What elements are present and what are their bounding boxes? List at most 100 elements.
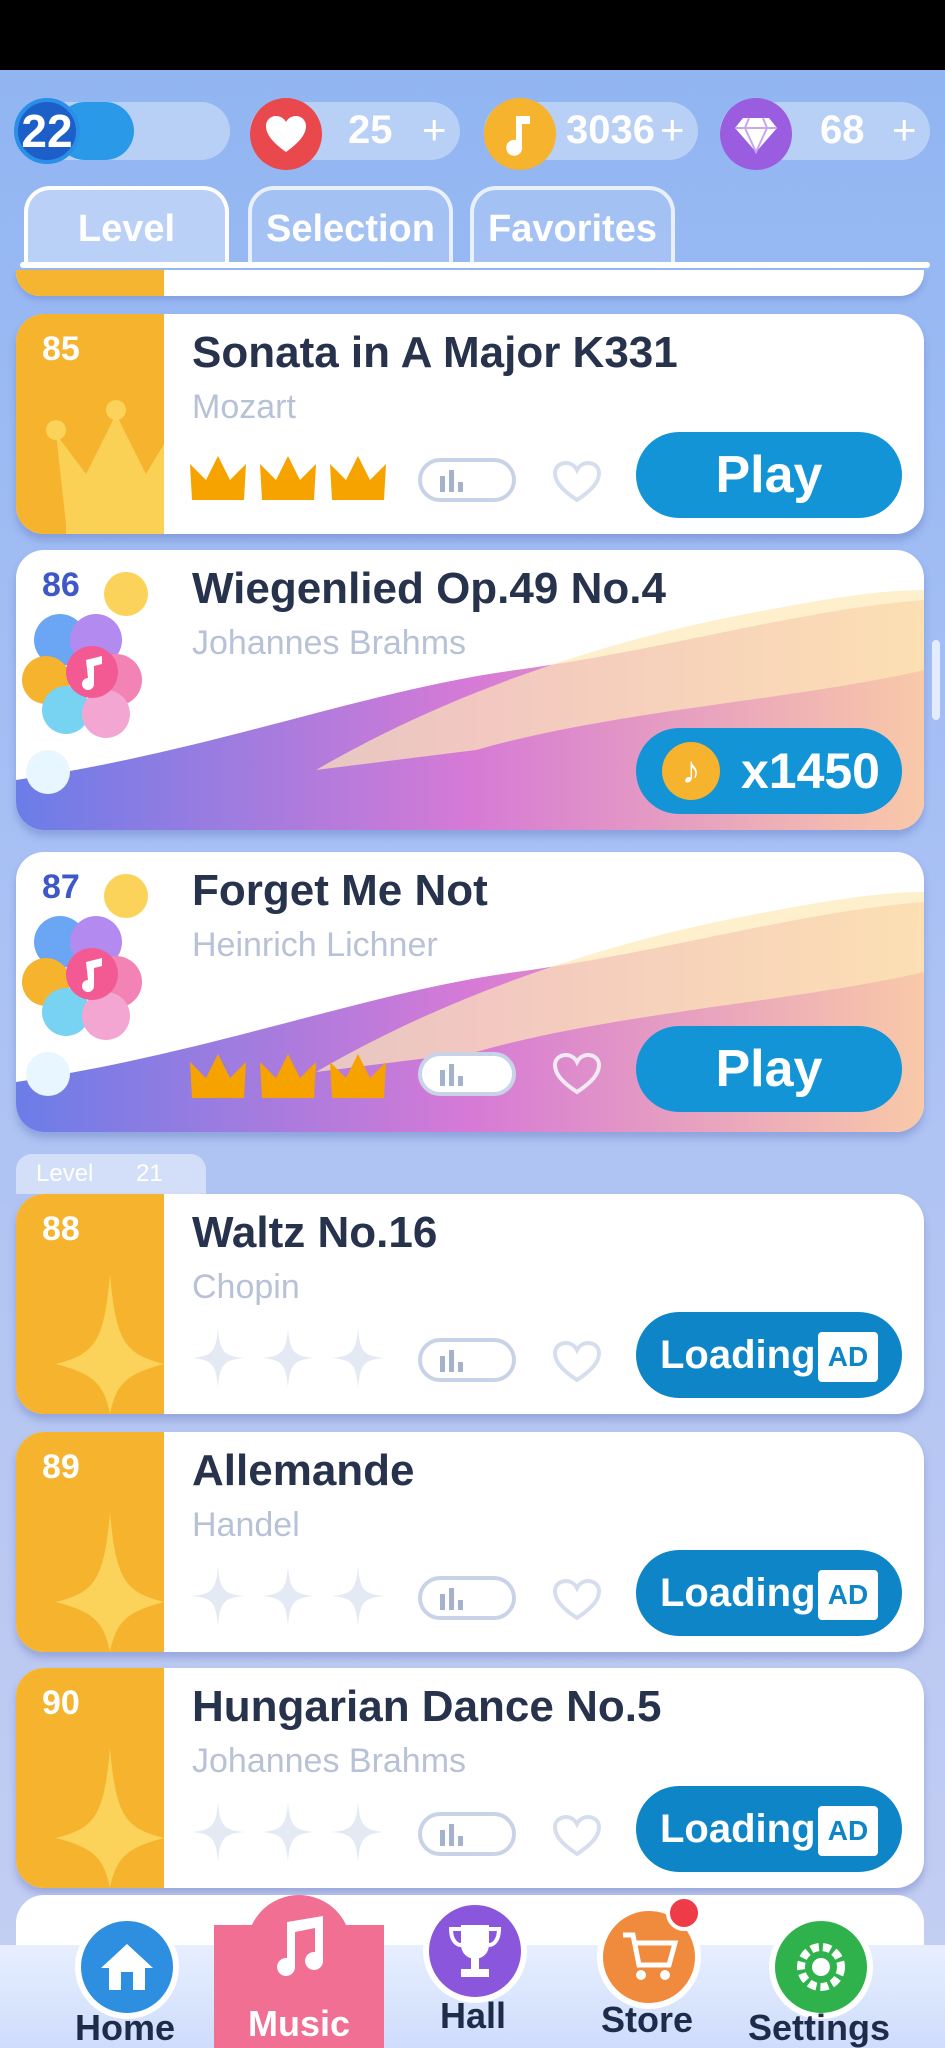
song-number: 88	[42, 1210, 80, 1248]
add-lives-icon[interactable]: +	[422, 106, 447, 154]
bar-chart-icon	[440, 1588, 463, 1610]
stats-button[interactable]	[418, 1338, 516, 1382]
nav-home[interactable]: Home	[40, 1895, 210, 2048]
favorite-heart-icon[interactable]	[552, 1814, 602, 1858]
favorite-heart-icon[interactable]	[552, 1578, 602, 1622]
stats-button[interactable]	[418, 1812, 516, 1856]
favorite-heart-icon[interactable]	[552, 1052, 602, 1096]
song-card-87[interactable]: 87 Forget Me Not Heinrich Lichner Play	[16, 852, 924, 1132]
stats-button[interactable]	[418, 458, 516, 502]
nav-label: Music	[247, 2003, 351, 2044]
song-number: 89	[42, 1448, 80, 1486]
nav-label: Hall	[439, 1995, 507, 2036]
level-header-value: 21	[136, 1160, 163, 1187]
star-rating-empty	[192, 1328, 384, 1388]
trophy-icon	[423, 1899, 527, 2003]
note-coin-icon	[484, 98, 556, 170]
unlock-price: x1450	[740, 743, 880, 799]
bar-chart-icon	[440, 1064, 463, 1086]
song-title: Sonata in A Major K331	[192, 328, 678, 377]
nav-label: Home	[74, 2007, 176, 2048]
star-rating-empty	[192, 1802, 384, 1862]
song-card-side	[16, 1194, 164, 1414]
scrollbar[interactable]	[932, 640, 940, 720]
add-diamonds-icon[interactable]: +	[892, 106, 917, 154]
song-card-side	[16, 1668, 164, 1888]
song-number: 86	[42, 566, 80, 604]
sparkle-watermark-icon	[56, 1748, 164, 1888]
star-rating-empty	[192, 1566, 384, 1626]
heart-icon	[250, 98, 322, 170]
ad-badge-icon: AD	[818, 1570, 878, 1620]
nav-music[interactable]: Music	[214, 1895, 384, 2048]
favorite-heart-icon[interactable]	[552, 460, 602, 504]
tab-underline	[20, 262, 930, 268]
song-title: Waltz No.16	[192, 1208, 438, 1257]
song-card-side	[16, 314, 164, 534]
tab-selection[interactable]: Selection	[248, 186, 453, 268]
bar-chart-icon	[440, 470, 463, 492]
home-icon	[75, 1915, 179, 2019]
unlock-coins-button[interactable]: ♪ x1450	[636, 728, 902, 814]
song-composer: Heinrich Lichner	[192, 926, 438, 964]
bar-chart-icon	[440, 1824, 463, 1846]
song-card-89[interactable]: 89 Allemande Handel Loading... AD	[16, 1432, 924, 1652]
favorite-heart-icon[interactable]	[552, 1340, 602, 1384]
ad-badge-icon: AD	[818, 1332, 878, 1382]
partial-song-card	[16, 270, 924, 296]
song-composer: Chopin	[192, 1268, 300, 1306]
level-header-label: Level	[36, 1160, 94, 1187]
song-composer: Mozart	[192, 388, 296, 426]
tab-favorites[interactable]: Favorites	[470, 186, 675, 268]
song-card-90[interactable]: 90 Hungarian Dance No.5 Johannes Brahms …	[16, 1668, 924, 1888]
currency-bar: 22 25 + 3036 + 68 +	[0, 70, 945, 170]
stats-button[interactable]	[418, 1576, 516, 1620]
tab-level[interactable]: Level	[24, 186, 229, 268]
lives-count: 25	[348, 108, 393, 152]
play-button[interactable]: Play	[636, 432, 902, 518]
song-number: 87	[42, 868, 80, 906]
status-bar	[0, 0, 945, 70]
sparkle-watermark-icon	[56, 1274, 164, 1414]
song-title: Wiegenlied Op.49 No.4	[192, 564, 666, 613]
nav-settings[interactable]: Settings	[734, 1895, 904, 2048]
song-composer: Johannes Brahms	[192, 1742, 467, 1780]
song-composer: Handel	[192, 1506, 300, 1544]
nav-store[interactable]: Store	[562, 1895, 732, 2048]
nav-label: Store	[600, 1999, 694, 2040]
song-card-85[interactable]: 85 Sonata in A Major K331 Mozart Play	[16, 314, 924, 534]
play-button[interactable]: Play	[636, 1026, 902, 1112]
bar-chart-icon	[440, 1350, 463, 1372]
song-number: 90	[42, 1684, 80, 1722]
nav-hall[interactable]: Hall	[388, 1895, 558, 2048]
player-level-badge: 22	[14, 98, 80, 164]
level-section-header: Level 21	[16, 1154, 206, 1194]
song-card-88[interactable]: 88 Waltz No.16 Chopin Loading... AD	[16, 1194, 924, 1414]
add-coins-icon[interactable]: +	[660, 106, 685, 154]
music-note-icon	[247, 1895, 351, 1999]
crown-rating	[190, 456, 386, 500]
notification-dot	[666, 1895, 702, 1931]
crown-rating	[190, 1054, 386, 1098]
song-title: Forget Me Not	[192, 866, 488, 915]
note-coin-icon: ♪	[662, 742, 720, 800]
balloon-icon	[22, 874, 148, 1096]
song-title: Hungarian Dance No.5	[192, 1682, 662, 1731]
diamond-icon	[720, 98, 792, 170]
coins-count: 3036	[566, 108, 655, 152]
loading-ad-button[interactable]: Loading... AD	[636, 1786, 902, 1872]
song-number: 85	[42, 330, 80, 368]
song-composer: Johannes Brahms	[192, 624, 467, 662]
loading-ad-button[interactable]: Loading... AD	[636, 1312, 902, 1398]
diamonds-count: 68	[820, 108, 865, 152]
song-card-86[interactable]: 86 Wiegenlied Op.49 No.4 Johannes Brahms…	[16, 550, 924, 830]
crown-watermark-icon	[46, 400, 164, 534]
stats-button[interactable]	[418, 1052, 516, 1096]
song-title: Allemande	[192, 1446, 415, 1495]
song-card-side	[16, 1432, 164, 1652]
gear-icon	[769, 1915, 873, 2019]
ad-badge-icon: AD	[818, 1806, 878, 1856]
sparkle-watermark-icon	[56, 1512, 164, 1652]
loading-ad-button[interactable]: Loading... AD	[636, 1550, 902, 1636]
nav-label: Settings	[747, 2007, 890, 2048]
